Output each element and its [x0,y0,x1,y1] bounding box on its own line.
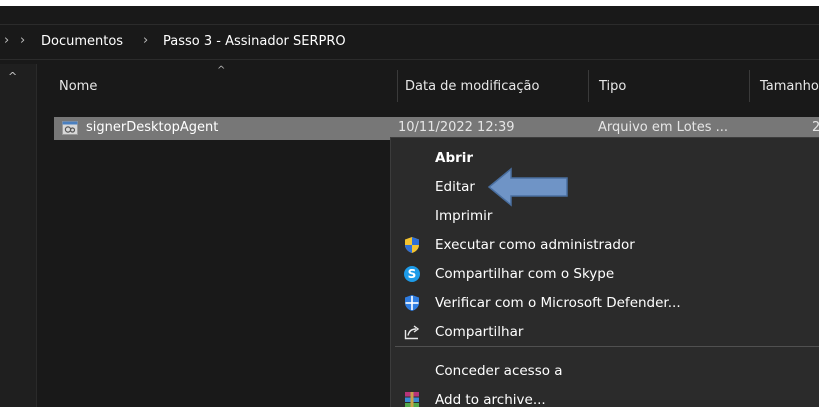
context-menu: Abrir Editar Imprimir Executar como admi… [390,137,819,407]
column-header-type[interactable]: Tipo [589,64,749,108]
uac-shield-icon [405,237,419,253]
column-header-size[interactable]: Tamanho [750,64,819,108]
sort-ascending-icon: ^ [217,65,226,76]
file-size: 2 [812,120,819,135]
menu-item-label: Conceder acesso a [435,363,563,379]
menu-item-imprimir[interactable]: Imprimir [391,202,819,231]
scroll-up-icon[interactable]: ^ [8,70,17,83]
menu-separator [395,346,819,347]
menu-item-label: Abrir [435,150,474,166]
defender-shield-icon [405,295,419,311]
breadcrumb-separator-icon: › [4,33,10,48]
file-modified: 10/11/2022 12:39 [398,120,515,135]
menu-item-abrir[interactable]: Abrir [391,144,819,173]
column-header-size-label: Tamanho [760,79,819,94]
column-header-name[interactable]: Nome ^ [37,64,399,108]
menu-item-label: Editar [435,179,475,195]
file-type: Arquivo em Lotes ... [598,120,729,135]
menu-item-label: Compartilhar com o Skype [435,266,615,282]
breadcrumb-item-passo-3[interactable]: Passo 3 - Assinador SERPRO [163,34,346,49]
menu-item-conceder-acesso[interactable]: Conceder acesso a [391,357,819,386]
menu-item-label: Verificar com o Microsoft Defender... [435,295,681,311]
menu-item-editar[interactable]: Editar [391,173,819,202]
breadcrumb-item-documentos[interactable]: Documentos [41,34,123,49]
menu-item-label: Executar como administrador [435,237,635,253]
menu-item-label: Compartilhar [435,324,524,340]
svg-text:S: S [408,267,417,281]
menu-item-compartilhar-skype[interactable]: S Compartilhar com o Skype [391,260,819,289]
batch-file-icon [62,121,78,135]
menu-item-compartilhar[interactable]: Compartilhar [391,318,819,347]
breadcrumb-separator-icon: › [20,33,26,48]
menu-item-add-to-archive[interactable]: Add to archive... [391,386,819,407]
menu-item-executar-como-administrador[interactable]: Executar como administrador [391,231,819,260]
menu-item-label: Add to archive... [435,392,546,407]
file-name: signerDesktopAgent [86,120,219,135]
menu-item-label: Imprimir [435,208,493,224]
menu-item-verificar-defender[interactable]: Verificar com o Microsoft Defender... [391,289,819,318]
annotation-arrow-icon [487,167,568,207]
column-header-modified[interactable]: Data de modificação [398,64,588,108]
share-icon [404,325,420,340]
breadcrumb-separator-icon: › [143,33,149,48]
breadcrumb[interactable]: › › Documentos › Passo 3 - Assinador SER… [0,24,819,60]
column-header-type-label: Tipo [599,79,627,94]
skype-icon: S [404,266,420,282]
column-header-row: Nome ^ Data de modificação Tipo Tamanho [37,64,819,108]
column-header-name-label: Nome [59,79,98,94]
column-header-modified-label: Data de modificação [405,79,540,94]
navigation-pane[interactable]: ^ [0,64,37,407]
file-explorer-window: › › Documentos › Passo 3 - Assinador SER… [0,6,819,407]
winrar-icon [405,392,419,407]
